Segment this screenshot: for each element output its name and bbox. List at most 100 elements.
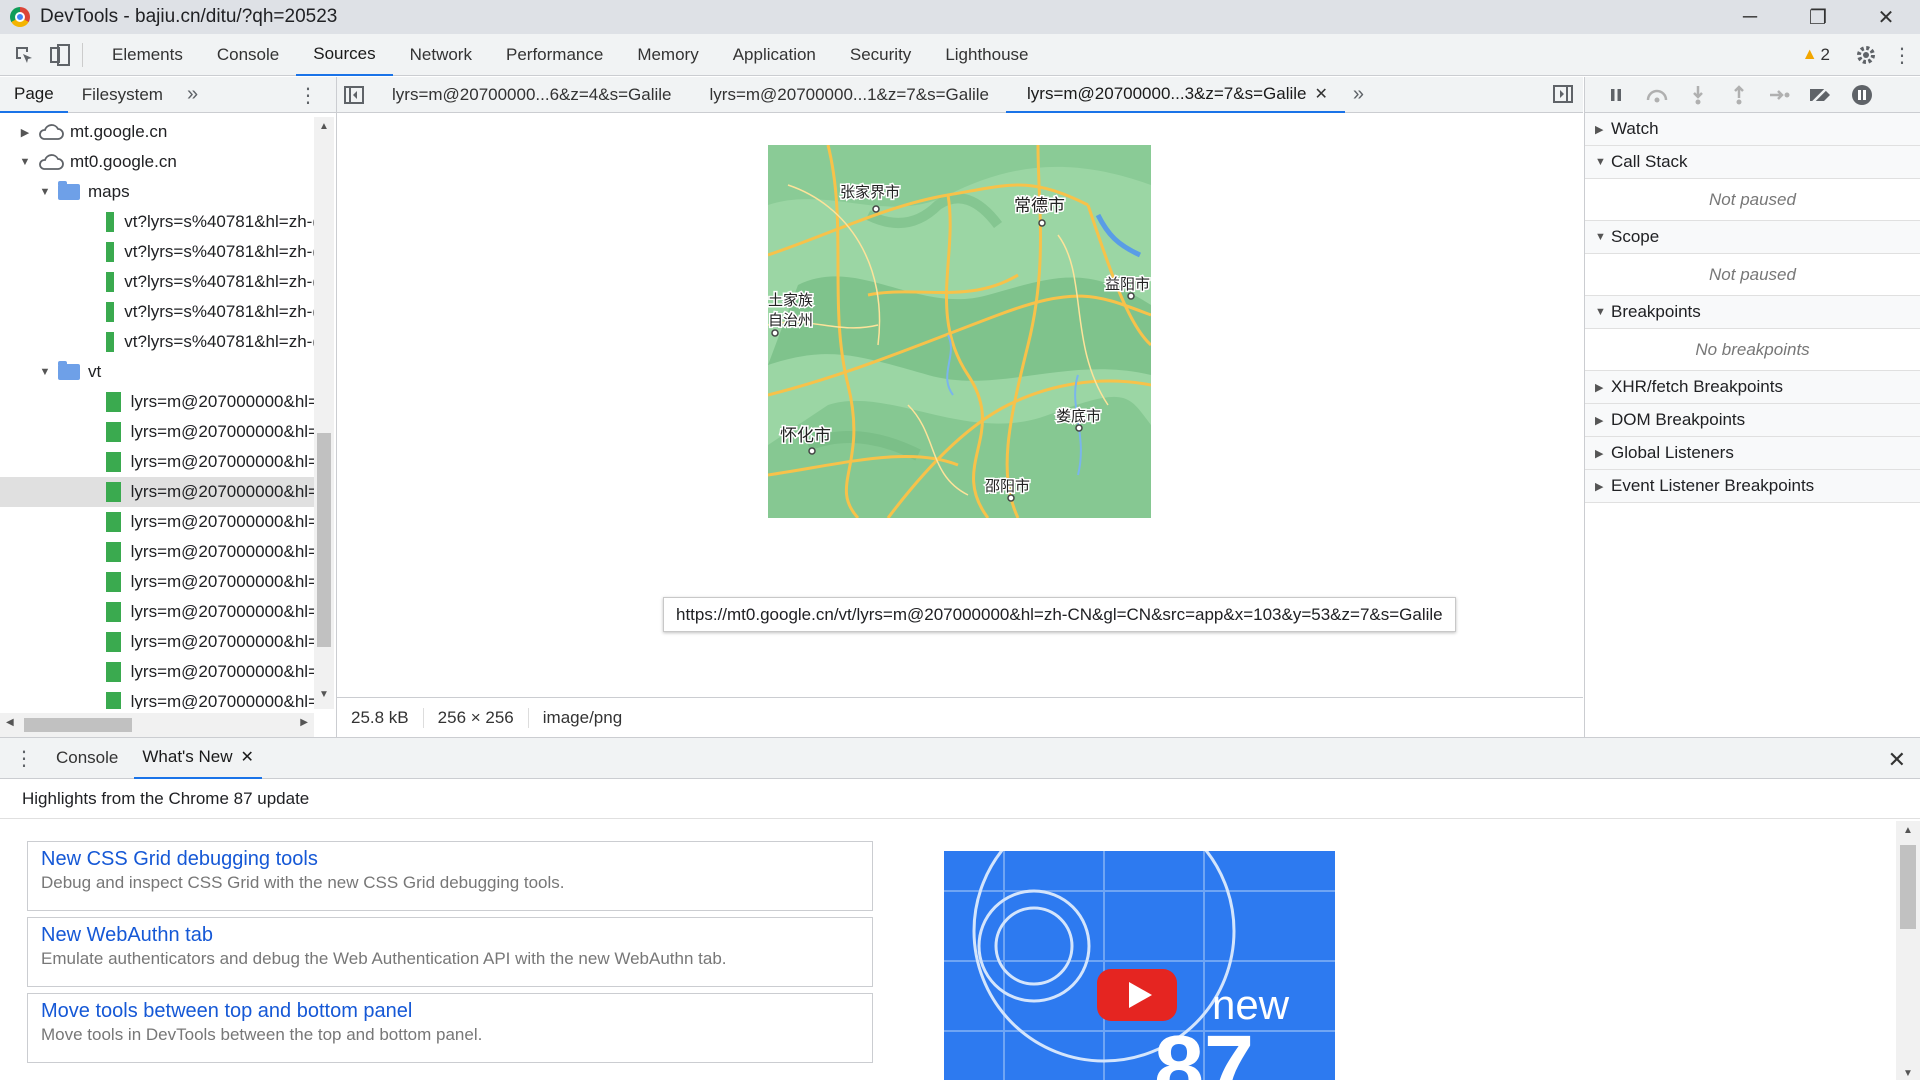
feature-card-title-link[interactable]: New WebAuthn tab xyxy=(41,924,859,947)
file-tree-item[interactable]: lyrs=m@207000000&hl= xyxy=(0,597,318,627)
scroll-left-arrow-icon[interactable]: ◀ xyxy=(6,717,14,728)
file-tree-item[interactable]: vt?lyrs=s%40781&hl=zh-( xyxy=(0,237,318,267)
domain-tree-item[interactable]: ▶ mt.google.cn xyxy=(0,117,318,147)
tab-memory[interactable]: Memory xyxy=(620,34,715,76)
toggle-debugger-sidebar-icon[interactable] xyxy=(1553,85,1573,108)
file-tree-item[interactable]: lyrs=m@207000000&hl= xyxy=(0,477,318,507)
close-tab-icon[interactable]: ✕ xyxy=(1315,84,1328,104)
close-tab-icon[interactable]: ✕ xyxy=(241,747,254,767)
domain-tree-item[interactable]: ▼ mt0.google.cn xyxy=(0,147,318,177)
scrollbar-thumb[interactable] xyxy=(24,718,132,732)
debugger-section-event-listener-breakpoints[interactable]: ▶ Event Listener Breakpoints xyxy=(1585,470,1920,503)
minimize-button[interactable]: ─ xyxy=(1716,0,1784,34)
window-titlebar: DevTools - bajiu.cn/ditu/?qh=20523 ─ ❐ ✕ xyxy=(0,0,1920,34)
scrollbar-thumb[interactable] xyxy=(317,433,331,647)
tab-lighthouse[interactable]: Lighthouse xyxy=(928,34,1045,76)
file-tree-item[interactable]: lyrs=m@207000000&hl= xyxy=(0,387,318,417)
inspect-element-icon[interactable] xyxy=(6,34,42,76)
section-placeholder-text: Not paused xyxy=(1585,179,1920,221)
folder-tree-item[interactable]: ▼ vt xyxy=(0,357,318,387)
feature-card[interactable]: Move tools between top and bottom panel M… xyxy=(27,993,873,1063)
file-tree-item[interactable]: lyrs=m@207000000&hl= xyxy=(0,507,318,537)
debugger-section-xhr-fetch-breakpoints[interactable]: ▶ XHR/fetch Breakpoints xyxy=(1585,371,1920,404)
file-tree-item[interactable]: vt?lyrs=s%40781&hl=zh-( xyxy=(0,267,318,297)
nav-tab-page[interactable]: Page xyxy=(0,77,68,113)
expanded-arrow-icon: ▼ xyxy=(1595,231,1606,243)
debugger-section-watch[interactable]: ▶ Watch xyxy=(1585,113,1920,146)
drawer-menu-kebab-icon[interactable]: ⋮ xyxy=(0,746,48,771)
tab-console[interactable]: Console xyxy=(200,34,296,76)
image-file-icon xyxy=(106,392,121,412)
debugger-section-global-listeners[interactable]: ▶ Global Listeners xyxy=(1585,437,1920,470)
navigator-menu-kebab-icon[interactable]: ⋮ xyxy=(298,83,318,108)
scroll-right-arrow-icon[interactable]: ▶ xyxy=(300,717,308,728)
scroll-down-arrow-icon[interactable]: ▼ xyxy=(314,689,334,705)
deactivate-breakpoints-icon[interactable] xyxy=(1800,77,1841,113)
debugger-section-breakpoints[interactable]: ▼ Breakpoints xyxy=(1585,296,1920,329)
debugger-section-dom-breakpoints[interactable]: ▶ DOM Breakpoints xyxy=(1585,404,1920,437)
file-tree-item[interactable]: vt?lyrs=s%40781&hl=zh-( xyxy=(0,207,318,237)
feature-card-title-link[interactable]: New CSS Grid debugging tools xyxy=(41,848,859,871)
step-icon[interactable] xyxy=(1759,77,1800,113)
expanded-arrow-icon[interactable]: ▼ xyxy=(18,156,32,168)
scroll-up-arrow-icon[interactable]: ▲ xyxy=(314,121,334,137)
close-drawer-icon[interactable]: ✕ xyxy=(1888,747,1906,773)
video-version-number: 87 xyxy=(1154,1018,1255,1080)
restore-button[interactable]: ❐ xyxy=(1784,0,1852,34)
folder-icon xyxy=(58,361,80,380)
settings-gear-icon[interactable] xyxy=(1848,34,1884,76)
toggle-navigator-icon[interactable] xyxy=(337,77,371,113)
section-title: Scope xyxy=(1611,227,1660,246)
close-window-button[interactable]: ✕ xyxy=(1852,0,1920,34)
scroll-down-arrow-icon[interactable]: ▼ xyxy=(1896,1068,1920,1079)
file-tree-item[interactable]: lyrs=m@207000000&hl= xyxy=(0,657,318,687)
tab-sources[interactable]: Sources xyxy=(296,34,393,76)
expanded-arrow-icon[interactable]: ▼ xyxy=(38,366,52,378)
device-toolbar-icon[interactable] xyxy=(42,34,78,76)
navigator-vertical-scrollbar[interactable]: ▲ ▼ xyxy=(314,117,334,709)
tab-elements[interactable]: Elements xyxy=(95,34,200,76)
pause-icon[interactable] xyxy=(1595,77,1636,113)
folder-tree-item[interactable]: ▼ maps xyxy=(0,177,318,207)
nav-tab-filesystem[interactable]: Filesystem xyxy=(68,77,177,113)
editor-file-tab[interactable]: lyrs=m@20700000...6&z=4&s=Galile xyxy=(371,77,689,113)
editor-file-tab[interactable]: lyrs=m@20700000...3&z=7&s=Galile ✕ xyxy=(1006,77,1345,113)
feature-card[interactable]: New CSS Grid debugging tools Debug and in… xyxy=(27,841,873,911)
scroll-up-arrow-icon[interactable]: ▲ xyxy=(1896,825,1920,836)
step-into-icon[interactable] xyxy=(1677,77,1718,113)
file-tree-item[interactable]: lyrs=m@207000000&hl= xyxy=(0,447,318,477)
file-tree-item[interactable]: vt?lyrs=s%40781&hl=zh-( xyxy=(0,297,318,327)
file-tree-item[interactable]: lyrs=m@207000000&hl= xyxy=(0,537,318,567)
step-over-icon[interactable] xyxy=(1636,77,1677,113)
more-options-kebab-icon[interactable]: ⋮ xyxy=(1884,34,1920,76)
collapsed-arrow-icon[interactable]: ▶ xyxy=(18,126,32,139)
release-video-thumbnail[interactable]: new 87 xyxy=(944,851,1335,1080)
editor-file-tab[interactable]: lyrs=m@20700000...1&z=7&s=Galile xyxy=(689,77,1007,113)
tab-performance[interactable]: Performance xyxy=(489,34,620,76)
tree-item-label: lyrs=m@207000000&hl= xyxy=(130,422,318,441)
file-tree-item[interactable]: lyrs=m@207000000&hl= xyxy=(0,687,318,709)
map-label: 益阳市 xyxy=(1105,275,1150,293)
tab-security[interactable]: Security xyxy=(833,34,928,76)
drawer-tab-console[interactable]: Console xyxy=(48,738,126,779)
feature-card[interactable]: New WebAuthn tab Emulate authenticators a… xyxy=(27,917,873,987)
warnings-counter[interactable]: ▲ 2 xyxy=(1802,45,1830,65)
drawer-vertical-scrollbar[interactable]: ▲ ▼ xyxy=(1896,821,1920,1080)
debugger-section-call-stack[interactable]: ▼ Call Stack xyxy=(1585,146,1920,179)
drawer-tab-whats-new[interactable]: What's New ✕ xyxy=(134,738,262,779)
more-tabs-chevron-icon[interactable]: » xyxy=(1345,83,1372,106)
scrollbar-thumb[interactable] xyxy=(1900,845,1916,929)
feature-card-title-link[interactable]: Move tools between top and bottom panel xyxy=(41,1000,859,1023)
more-tabs-chevron-icon[interactable]: » xyxy=(177,83,208,106)
pause-on-exceptions-icon[interactable] xyxy=(1841,77,1882,113)
file-tree-item[interactable]: lyrs=m@207000000&hl= xyxy=(0,627,318,657)
navigator-horizontal-scrollbar[interactable]: ◀ ▶ xyxy=(0,713,314,737)
tab-application[interactable]: Application xyxy=(716,34,833,76)
debugger-section-scope[interactable]: ▼ Scope xyxy=(1585,221,1920,254)
file-tree-item[interactable]: lyrs=m@207000000&hl= xyxy=(0,417,318,447)
tab-network[interactable]: Network xyxy=(393,34,489,76)
expanded-arrow-icon[interactable]: ▼ xyxy=(38,186,52,198)
file-tree-item[interactable]: lyrs=m@207000000&hl= xyxy=(0,567,318,597)
file-tree-item[interactable]: vt?lyrs=s%40781&hl=zh-( xyxy=(0,327,318,357)
step-out-icon[interactable] xyxy=(1718,77,1759,113)
